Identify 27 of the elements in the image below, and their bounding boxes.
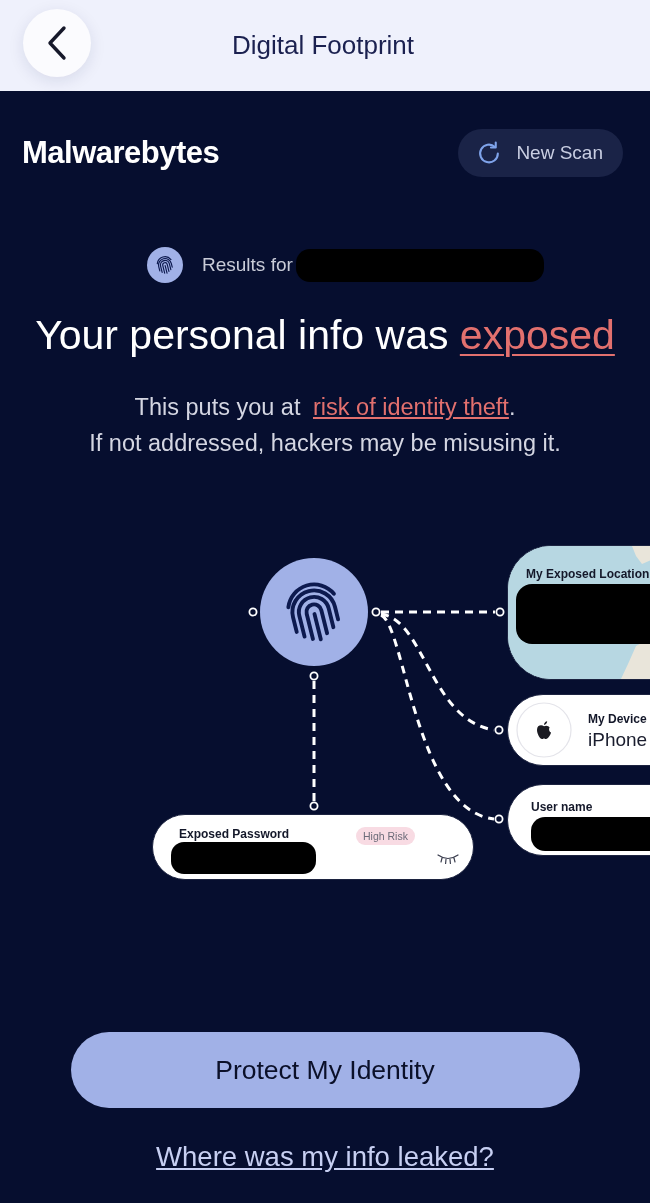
info-leaked-link[interactable]: Where was my info leaked?: [156, 1141, 494, 1173]
description: This puts you at risk of identity theft. If not addressed, hackers may be misusing it.: [88, 393, 562, 458]
closed-eye-icon[interactable]: [436, 853, 459, 865]
connector-dot: [309, 671, 319, 681]
node-label: My Exposed Location: [526, 567, 650, 581]
device-name: iPhone: [588, 728, 648, 751]
screen-title: Digital Footprint: [231, 30, 415, 61]
risk-badge: High Risk: [356, 827, 415, 845]
headline: Your personal info was exposed: [34, 313, 616, 357]
brand-logo: Malwarebytes: [22, 135, 220, 171]
new-scan-button[interactable]: New Scan: [458, 129, 623, 177]
fingerprint-icon: [147, 247, 183, 283]
risk-link[interactable]: risk of identity theft: [313, 394, 509, 420]
connector-dot: [495, 607, 505, 617]
connector-dot: [494, 725, 504, 735]
protect-identity-button[interactable]: Protect My Identity: [70, 1032, 580, 1108]
node-label: User name: [531, 800, 594, 814]
fingerprint-icon: [260, 558, 368, 666]
node-label: Exposed Password: [179, 827, 291, 841]
connector-dot: [309, 801, 319, 811]
connector-dot: [371, 607, 381, 617]
back-icon: [46, 25, 68, 61]
results-label: Results for: [202, 254, 293, 276]
connector-dot: [248, 607, 258, 617]
apple-icon: [516, 702, 572, 758]
connector-dot: [494, 814, 504, 824]
node-label: My Device: [588, 711, 648, 726]
